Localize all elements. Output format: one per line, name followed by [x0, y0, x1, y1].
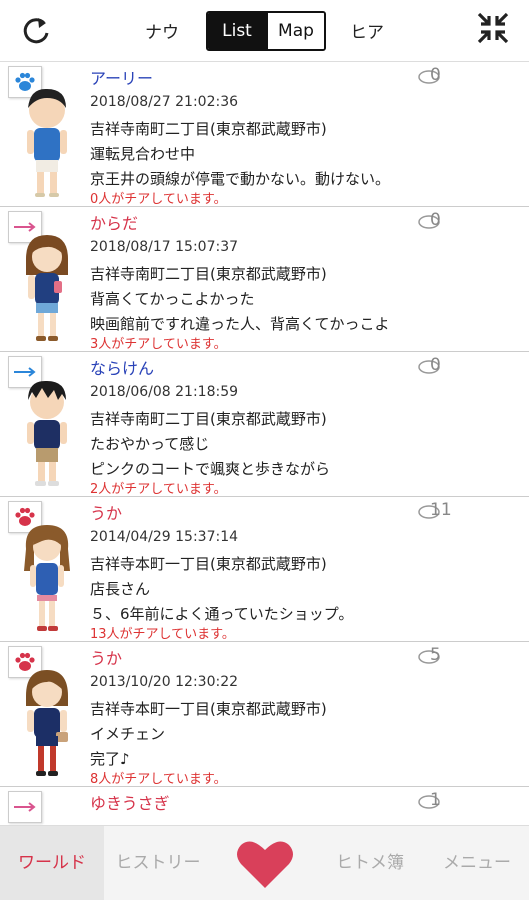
poster-name[interactable]: うか: [90, 645, 122, 669]
comment-count: 0: [430, 65, 441, 85]
nav-history[interactable]: ヒストリー: [106, 826, 210, 900]
nav-world[interactable]: ワールド: [0, 826, 104, 900]
segment-map[interactable]: Map: [265, 13, 324, 49]
avatar: [27, 88, 67, 197]
post-title: 店長さん: [90, 580, 151, 598]
cheer-count[interactable]: 13人がチアしています。: [90, 623, 235, 642]
refresh-icon[interactable]: [18, 14, 54, 50]
post-title: イメチェン: [90, 725, 166, 743]
post-item[interactable]: ならけん 0 2018/06/08 21:18:59 吉祥寺南町二丁目(東京都武…: [0, 352, 529, 497]
tab-now[interactable]: ナウ: [138, 18, 186, 43]
tab-hear[interactable]: ヒア: [343, 18, 391, 43]
post-item[interactable]: からだ 0 2018/08/17 15:07:37 吉祥寺南町二丁目(東京都武蔵…: [0, 207, 529, 352]
view-segment-control: List Map: [206, 11, 326, 51]
post-date: 2013/10/20 12:30:22: [90, 674, 239, 690]
cheer-count[interactable]: 0人がチアしています。: [90, 188, 227, 207]
poster-name[interactable]: からだ: [90, 210, 138, 234]
comment-count: 5: [430, 645, 441, 665]
avatar: [24, 525, 70, 631]
post-body: ５、6年前によく通っていたショップ。: [90, 605, 354, 623]
avatar: [26, 235, 68, 341]
post-body: 京王井の頭線が停電で動かない。動けない。: [90, 170, 391, 188]
comment-count: 11: [430, 500, 452, 520]
poster-name[interactable]: アーリー: [90, 65, 153, 89]
top-bar: ナウ List Map ヒア: [0, 0, 529, 62]
post-list: アーリー 0 2018/08/27 21:02:36 吉祥寺南町二丁目(東京都武…: [0, 62, 529, 825]
avatar: [26, 670, 68, 776]
nav-menu[interactable]: メニュー: [425, 826, 529, 900]
post-date: 2018/08/17 15:07:37: [90, 239, 239, 255]
post-date: 2018/06/08 21:18:59: [90, 384, 239, 400]
post-place: 吉祥寺南町二丁目(東京都武蔵野市): [90, 410, 327, 428]
comment-count: 0: [430, 210, 441, 230]
avatar: [27, 380, 67, 486]
post-item[interactable]: ゆきうさぎ 1: [0, 787, 529, 825]
bottom-nav: ワールド ヒストリー ヒトメ簿 メニュー: [0, 825, 529, 900]
post-title: たおやかって感じ: [90, 435, 210, 453]
poster-name[interactable]: ゆきうさぎ: [90, 790, 170, 814]
post-place: 吉祥寺本町一丁目(東京都武蔵野市): [90, 555, 327, 573]
post-place: 吉祥寺本町一丁目(東京都武蔵野市): [90, 700, 327, 718]
cheer-count[interactable]: 3人がチアしています。: [90, 333, 227, 352]
collapse-icon[interactable]: [475, 10, 511, 46]
segment-list[interactable]: List: [208, 13, 266, 49]
poster-name[interactable]: ならけん: [90, 355, 154, 379]
post-body: ピンクのコートで颯爽と歩きながら: [90, 460, 331, 478]
post-place: 吉祥寺南町二丁目(東京都武蔵野市): [90, 120, 327, 138]
post-body: 完了♪: [90, 750, 130, 768]
post-title: 背高くてかっこよかった: [90, 290, 255, 308]
post-date: 2018/08/27 21:02:36: [90, 94, 239, 110]
nav-hitome[interactable]: ヒトメ簿: [318, 826, 422, 900]
post-body: 映画館前ですれ違った人、背高くてかっこよ: [90, 315, 390, 333]
post-place: 吉祥寺南町二丁目(東京都武蔵野市): [90, 265, 327, 283]
post-item[interactable]: アーリー 0 2018/08/27 21:02:36 吉祥寺南町二丁目(東京都武…: [0, 62, 529, 207]
poster-name[interactable]: うか: [90, 500, 122, 524]
heart-icon[interactable]: [235, 838, 295, 890]
post-title: 運転見合わせ中: [90, 145, 196, 163]
cheer-count[interactable]: 2人がチアしています。: [90, 478, 227, 497]
post-date: 2014/04/29 15:37:14: [90, 529, 239, 545]
arrow-right-pink-icon: [8, 791, 42, 823]
comment-count: 1: [430, 790, 441, 810]
cheer-count[interactable]: 8人がチアしています。: [90, 768, 227, 787]
comment-count: 0: [430, 355, 441, 375]
post-item[interactable]: うか 11 2014/04/29 15:37:14 吉祥寺本町一丁目(東京都武蔵…: [0, 497, 529, 642]
post-item[interactable]: うか 5 2013/10/20 12:30:22 吉祥寺本町一丁目(東京都武蔵野…: [0, 642, 529, 787]
